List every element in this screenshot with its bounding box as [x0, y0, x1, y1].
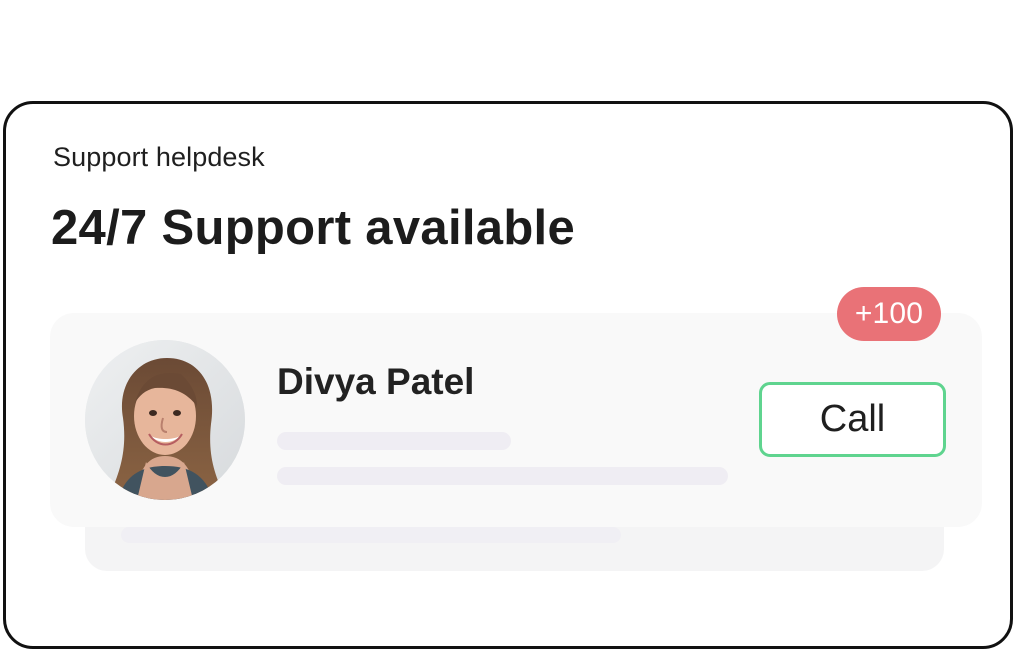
- agent-card: Divya Patel Call: [50, 313, 982, 527]
- agent-name: Divya Patel: [277, 361, 475, 402]
- helpdesk-title: 24/7 Support available: [51, 201, 576, 255]
- helpdesk-subtitle: Support helpdesk: [53, 142, 265, 172]
- stacked-card-placeholder-line: [121, 527, 621, 543]
- count-badge: +100: [837, 287, 941, 341]
- agent-avatar-icon: [85, 340, 245, 500]
- support-helpdesk-panel: Support helpdesk 24/7 Support available: [3, 101, 1013, 649]
- call-button[interactable]: Call: [759, 382, 946, 457]
- agent-detail-placeholder-short: [277, 432, 511, 450]
- agent-detail-placeholder-long: [277, 467, 728, 485]
- avatar: [85, 340, 245, 500]
